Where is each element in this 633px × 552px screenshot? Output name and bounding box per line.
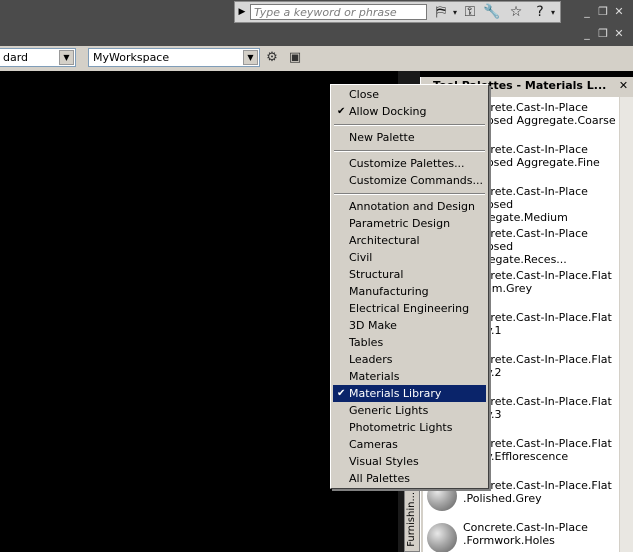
menu-item-label: Close: [349, 88, 379, 101]
list-item[interactable]: Concrete.Cast-In-Place .Formwork.Holes: [423, 517, 619, 552]
menu-item-label: New Palette: [349, 131, 415, 144]
menu-item-allow-docking[interactable]: ✔ Allow Docking: [333, 103, 486, 120]
workspace-combo-value: MyWorkspace: [93, 51, 170, 64]
chevron-down-icon[interactable]: ▼: [243, 50, 258, 65]
menu-item-label: Generic Lights: [349, 404, 429, 417]
menu-item-photometric-lights[interactable]: Photometric Lights: [333, 419, 486, 436]
material-swatch-icon: [427, 523, 457, 552]
menu-item-generic-lights[interactable]: Generic Lights: [333, 402, 486, 419]
menu-item-label: Materials: [349, 370, 400, 383]
menu-item-label: Customize Commands...: [349, 174, 483, 187]
menu-item-label: Electrical Engineering: [349, 302, 470, 315]
doc-minimize-icon[interactable]: _: [580, 27, 594, 41]
menu-item-manufacturing[interactable]: Manufacturing: [333, 283, 486, 300]
binoculars-icon[interactable]: ⛿: [431, 4, 451, 21]
menu-item-parametric-design[interactable]: Parametric Design: [333, 215, 486, 232]
menu-item-customize-palettes[interactable]: Customize Palettes...: [333, 155, 486, 172]
menu-item-new-palette[interactable]: New Palette: [333, 129, 486, 146]
chevron-down-icon[interactable]: ▾: [549, 4, 557, 21]
menu-item-annotation-and-design[interactable]: Annotation and Design: [333, 198, 486, 215]
key-icon[interactable]: ⚿: [461, 4, 479, 21]
close-icon[interactable]: ✕: [617, 79, 630, 92]
menu-item-electrical-engineering[interactable]: Electrical Engineering: [333, 300, 486, 317]
style-combo-value: dard: [3, 51, 29, 64]
workspace-settings-gear-icon[interactable]: ⚙: [263, 49, 281, 67]
menu-item-customize-commands[interactable]: Customize Commands...: [333, 172, 486, 189]
menu-item-3d-make[interactable]: 3D Make: [333, 317, 486, 334]
title-bar: ▶ ⛿ ▾ ⚿ 🔧 ☆ ? ▾ _ ❐ ✕ _ ❐ ✕: [0, 0, 633, 46]
menu-item-label: Parametric Design: [349, 217, 451, 230]
restore-icon[interactable]: ❐: [596, 5, 610, 19]
help-icon[interactable]: ?: [531, 4, 549, 21]
check-icon: ✔: [337, 388, 346, 399]
menu-item-label: Allow Docking: [349, 105, 427, 118]
menu-item-label: Civil: [349, 251, 373, 264]
star-icon[interactable]: ☆: [507, 4, 525, 21]
menu-item-label: All Palettes: [349, 472, 410, 485]
expand-arrow-icon[interactable]: ▶: [237, 6, 247, 18]
tool-label: Concrete.Cast-In-Place .Formwork.Holes: [463, 521, 588, 547]
workspace-combo[interactable]: MyWorkspace ▼: [88, 48, 260, 67]
palette-context-menu: Close ✔ Allow Docking New Palette Customi…: [330, 84, 489, 489]
palette-scrollbar[interactable]: [620, 97, 633, 552]
tab-label: Furnishin...: [406, 492, 417, 547]
search-input[interactable]: [250, 4, 427, 20]
menu-item-materials-library[interactable]: ✔ Materials Library: [333, 385, 486, 402]
menu-item-label: Structural: [349, 268, 404, 281]
menu-item-tables[interactable]: Tables: [333, 334, 486, 351]
menu-item-label: Photometric Lights: [349, 421, 453, 434]
clean-screen-icon[interactable]: ▣: [286, 49, 304, 67]
menu-separator: [334, 124, 485, 126]
menu-item-label: Materials Library: [349, 387, 442, 400]
infocenter-toolbar: ▶ ⛿ ▾ ⚿ 🔧 ☆ ? ▾: [234, 1, 561, 23]
menu-item-label: Annotation and Design: [349, 200, 475, 213]
menu-item-label: Leaders: [349, 353, 393, 366]
menu-item-architectural[interactable]: Architectural: [333, 232, 486, 249]
chevron-down-icon[interactable]: ▼: [59, 50, 74, 65]
style-combo[interactable]: dard ▼: [0, 48, 76, 67]
menu-item-close[interactable]: Close: [333, 86, 486, 103]
chevron-down-icon[interactable]: ▾: [451, 4, 459, 21]
minimize-icon[interactable]: _: [580, 5, 594, 19]
wrench-icon[interactable]: 🔧: [483, 4, 501, 21]
doc-restore-icon[interactable]: ❐: [596, 27, 610, 41]
menu-item-leaders[interactable]: Leaders: [333, 351, 486, 368]
menu-separator: [334, 193, 485, 195]
menu-item-structural[interactable]: Structural: [333, 266, 486, 283]
menu-item-materials[interactable]: Materials: [333, 368, 486, 385]
menu-item-cameras[interactable]: Cameras: [333, 436, 486, 453]
menu-separator: [334, 150, 485, 152]
menu-item-label: Visual Styles: [349, 455, 419, 468]
menu-item-label: Cameras: [349, 438, 398, 451]
menu-item-civil[interactable]: Civil: [333, 249, 486, 266]
menu-item-label: Tables: [349, 336, 384, 349]
menu-item-label: Architectural: [349, 234, 420, 247]
close-icon[interactable]: ✕: [612, 5, 626, 19]
menu-item-label: 3D Make: [349, 319, 397, 332]
menu-item-visual-styles[interactable]: Visual Styles: [333, 453, 486, 470]
workspace-toolbar: dard ▼ MyWorkspace ▼ ⚙ ▣: [0, 46, 633, 71]
menu-item-all-palettes[interactable]: All Palettes: [333, 470, 486, 487]
menu-item-label: Customize Palettes...: [349, 157, 465, 170]
menu-item-label: Manufacturing: [349, 285, 429, 298]
doc-close-icon[interactable]: ✕: [612, 27, 626, 41]
check-icon: ✔: [337, 106, 346, 117]
